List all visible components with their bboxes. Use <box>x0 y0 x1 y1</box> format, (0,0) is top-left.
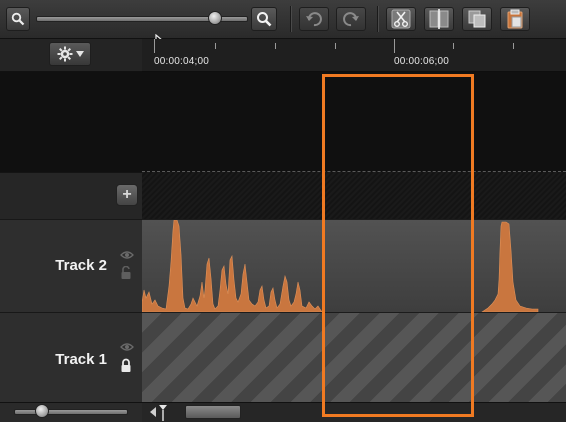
split-button[interactable] <box>424 7 454 31</box>
copy-button[interactable] <box>462 7 492 31</box>
track-lane-track-2[interactable] <box>142 219 566 312</box>
add-track-row <box>142 172 566 219</box>
ruler-time-label: 00:00:06;00 <box>394 56 450 67</box>
track-name: Track 2 <box>55 257 107 274</box>
undo-button[interactable] <box>299 7 329 31</box>
zoom-in-icon <box>257 12 272 27</box>
add-track-button[interactable]: + <box>116 184 138 206</box>
ruler-major-tick <box>154 39 155 53</box>
cut-button[interactable] <box>386 7 416 31</box>
chevron-down-icon <box>75 51 84 57</box>
cut-icon <box>391 9 411 29</box>
gear-icon <box>57 46 72 62</box>
ruler-minor-tick <box>513 43 514 49</box>
scroll-left-icon[interactable] <box>149 407 157 417</box>
timeline-ruler[interactable]: 00:00:04;00 00:00:06;00 <box>142 39 566 72</box>
unlock-icon[interactable] <box>120 266 132 280</box>
ruler-major-tick <box>394 39 395 53</box>
ruler-time-label: 00:00:04;00 <box>154 56 210 67</box>
paste-icon <box>507 9 523 29</box>
track-name: Track 1 <box>55 351 107 368</box>
ruler-minor-tick <box>215 43 216 49</box>
undo-icon <box>306 12 322 27</box>
playhead-marker-icon[interactable] <box>158 404 168 421</box>
scrollbar-thumb[interactable] <box>185 405 241 419</box>
track-height-slider-knob[interactable] <box>35 404 49 418</box>
audio-waveform[interactable] <box>142 220 566 312</box>
redo-icon <box>343 12 359 27</box>
zoom-slider-knob[interactable] <box>207 11 222 25</box>
plus-icon: + <box>122 186 132 203</box>
track-height-slider[interactable] <box>14 409 128 415</box>
eye-icon[interactable] <box>120 250 134 260</box>
zoom-out-icon <box>11 12 25 26</box>
lock-icon[interactable] <box>120 358 132 373</box>
zoom-in-button[interactable] <box>251 7 277 31</box>
track-header-track-2[interactable]: Track 2 <box>0 219 142 312</box>
zoom-out-button[interactable] <box>6 7 30 31</box>
ruler-minor-tick <box>335 43 336 49</box>
track-header-track-1[interactable]: Track 1 <box>0 312 142 402</box>
timeline-toolbar <box>0 0 566 39</box>
toolbar-separator <box>290 6 291 32</box>
ruler-minor-tick <box>453 43 454 49</box>
split-icon <box>429 9 449 29</box>
timeline-settings-button[interactable] <box>49 42 91 66</box>
ruler-minor-tick <box>275 43 276 49</box>
toolbar-separator <box>377 6 378 32</box>
eye-icon[interactable] <box>120 342 134 352</box>
copy-icon <box>468 10 486 28</box>
paste-button[interactable] <box>500 7 530 31</box>
timeline-empty-area <box>0 72 566 172</box>
redo-button[interactable] <box>336 7 366 31</box>
track-lane-track-1[interactable] <box>142 312 566 403</box>
